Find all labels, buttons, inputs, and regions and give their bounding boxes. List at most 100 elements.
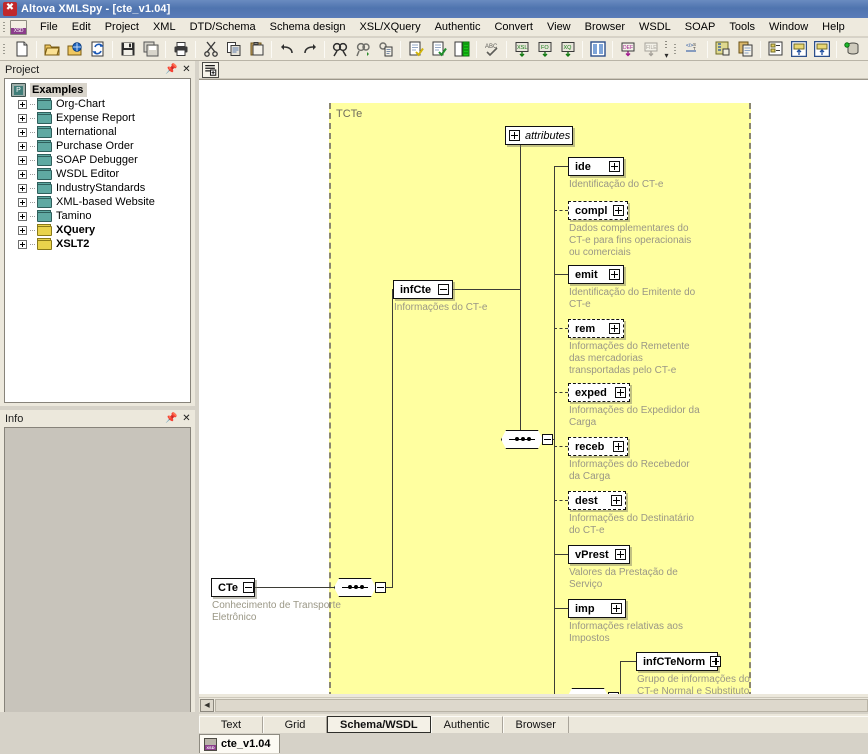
find-next-icon[interactable] <box>352 39 373 59</box>
append-icon[interactable] <box>788 39 809 59</box>
expand-toggle-icon[interactable] <box>710 656 721 667</box>
menu-item-tools[interactable]: Tools <box>722 19 762 35</box>
tree-item-soap-debugger[interactable]: SOAP Debugger <box>9 153 190 167</box>
collapse-toggle-icon[interactable] <box>608 692 619 694</box>
assign-file-icon[interactable]: FILE <box>640 39 661 59</box>
scrollbar-track[interactable] <box>215 699 868 712</box>
expand-icon[interactable] <box>18 128 27 137</box>
schema-node-dest[interactable]: dest Informações do Destinatário do CT-e <box>568 491 626 510</box>
expand-icon[interactable] <box>18 198 27 207</box>
schema-display-options-icon[interactable] <box>202 62 219 78</box>
schema-node-vprest[interactable]: vPrest Valores da Prestação de Serviço <box>568 545 630 564</box>
menu-item-wsdl[interactable]: WSDL <box>632 19 678 35</box>
paste-icon[interactable] <box>246 39 267 59</box>
schema-node-infcte[interactable]: infCte Informações do CT-e <box>393 280 453 299</box>
compositor-infcte-choice[interactable] <box>567 688 619 694</box>
schema-node-exped[interactable]: exped Informações do Expedidor da Carga <box>568 383 630 402</box>
tree-item-xslt2[interactable]: XSLT2 <box>9 237 190 251</box>
split-view-icon[interactable] <box>587 39 608 59</box>
pin-icon[interactable]: 📌 <box>165 412 178 425</box>
expand-icon[interactable] <box>18 226 27 235</box>
menu-item-file[interactable]: File <box>33 19 65 35</box>
menu-gripper[interactable] <box>1 20 8 35</box>
collapse-toggle-icon[interactable] <box>375 582 386 593</box>
tab-authentic[interactable]: Authentic <box>431 716 503 733</box>
expand-icon[interactable] <box>18 100 27 109</box>
schema-grid-icon[interactable] <box>712 39 733 59</box>
tree-item-purchase-order[interactable]: Purchase Order <box>9 139 190 153</box>
tab-grid[interactable]: Grid <box>263 716 327 733</box>
expand-icon[interactable] <box>18 156 27 165</box>
scroll-left-arrow-icon[interactable]: ◀ <box>200 699 214 712</box>
new-file-icon[interactable] <box>11 39 32 59</box>
expand-toggle-icon[interactable] <box>611 603 622 614</box>
expand-toggle-icon[interactable] <box>613 205 624 216</box>
collapse-toggle-icon[interactable] <box>542 434 553 445</box>
menu-item-dtd-schema[interactable]: DTD/Schema <box>183 19 263 35</box>
menu-item-schema-design[interactable]: Schema design <box>263 19 353 35</box>
collapse-toggle-icon[interactable] <box>243 582 254 593</box>
pin-icon[interactable]: 📌 <box>165 63 178 76</box>
menu-item-authentic[interactable]: Authentic <box>428 19 488 35</box>
toolbar-gripper-2[interactable] <box>672 42 679 57</box>
schema-node-imp[interactable]: imp Informações relativas aos Impostos <box>568 599 626 618</box>
save-all-icon[interactable] <box>140 39 161 59</box>
close-icon[interactable]: ✕ <box>180 63 193 76</box>
insert-icon[interactable] <box>811 39 832 59</box>
menu-item-xml[interactable]: XML <box>146 19 183 35</box>
open-url-icon[interactable] <box>64 39 85 59</box>
menu-item-project[interactable]: Project <box>98 19 146 35</box>
tree-item-wsdl-editor[interactable]: WSDL Editor <box>9 167 190 181</box>
tree-item-industrystandards[interactable]: IndustryStandards <box>9 181 190 195</box>
editor-horizontal-scrollbar[interactable]: ◀ <box>199 697 868 712</box>
menu-item-convert[interactable]: Convert <box>487 19 540 35</box>
schema-canvas[interactable]: TCTe <box>199 79 868 694</box>
project-tree-container[interactable]: Examples Org-Chart Expense Report Intern… <box>4 78 191 403</box>
expand-icon[interactable] <box>18 170 27 179</box>
tree-item-xml-based-website[interactable]: XML-based Website <box>9 195 190 209</box>
menu-item-help[interactable]: Help <box>815 19 852 35</box>
expand-icon[interactable] <box>18 240 27 249</box>
expand-icon[interactable] <box>18 184 27 193</box>
menu-item-edit[interactable]: Edit <box>65 19 98 35</box>
undo-icon[interactable] <box>276 39 297 59</box>
collapse-toggle-icon[interactable] <box>438 284 449 295</box>
tree-item-expense-report[interactable]: Expense Report <box>9 111 190 125</box>
connect-db-icon[interactable] <box>841 39 862 59</box>
cut-icon[interactable] <box>200 39 221 59</box>
compositor-root-sequence[interactable] <box>334 578 386 597</box>
save-icon[interactable] <box>117 39 138 59</box>
tree-item-international[interactable]: International <box>9 125 190 139</box>
tree-item-examples[interactable]: Examples <box>9 83 190 97</box>
schema-node-compl[interactable]: compl Dados complementares do CT-e para … <box>568 201 628 220</box>
schema-node-emit[interactable]: emit Identificação do Emitente do CT-e <box>568 265 624 284</box>
tree-item-org-chart[interactable]: Org-Chart <box>9 97 190 111</box>
menu-item-soap[interactable]: SOAP <box>678 19 723 35</box>
schema-node-ide[interactable]: ide Identificação do CT-e <box>568 157 624 176</box>
expand-toggle-icon[interactable] <box>609 269 620 280</box>
file-tab-cte-v1-04[interactable]: cte_v1.04 <box>199 734 280 753</box>
schema-copy-icon[interactable] <box>735 39 756 59</box>
find-icon[interactable] <box>329 39 350 59</box>
expand-toggle-icon[interactable] <box>615 387 626 398</box>
xsl-transform-icon[interactable]: XSL <box>511 39 532 59</box>
menu-item-xsl-xquery[interactable]: XSL/XQuery <box>352 19 427 35</box>
expand-icon[interactable] <box>18 114 27 123</box>
expand-icon[interactable] <box>18 212 27 221</box>
spellcheck-icon[interactable]: ABC <box>481 39 502 59</box>
schema-node-attributes[interactable]: attributes <box>505 126 573 145</box>
open-file-icon[interactable] <box>41 39 62 59</box>
tree-item-tamino[interactable]: Tamino <box>9 209 190 223</box>
expand-icon[interactable] <box>18 142 27 151</box>
expand-toggle-icon[interactable] <box>611 495 622 506</box>
print-icon[interactable] <box>170 39 191 59</box>
menu-item-view[interactable]: View <box>540 19 578 35</box>
fo-transform-icon[interactable]: FO <box>534 39 555 59</box>
toolbar-gripper-1[interactable] <box>1 42 8 57</box>
expand-toggle-icon[interactable] <box>609 323 620 334</box>
check-wellformed-icon[interactable] <box>405 39 426 59</box>
tab-schema-wsdl[interactable]: Schema/WSDL <box>327 716 431 733</box>
assign-dtd-icon[interactable]: DEF <box>617 39 638 59</box>
expand-toggle-icon[interactable] <box>615 549 626 560</box>
tab-browser[interactable]: Browser <box>503 716 569 733</box>
